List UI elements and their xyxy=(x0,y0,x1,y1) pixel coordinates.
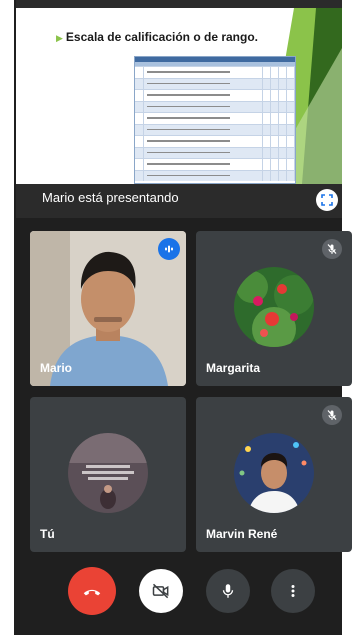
mic-off-icon xyxy=(327,410,337,420)
fullscreen-icon xyxy=(321,194,333,206)
mic-toggle-button[interactable] xyxy=(206,569,250,613)
more-options-button[interactable] xyxy=(271,569,315,613)
participant-name: Margarita xyxy=(206,361,261,375)
microphone-icon xyxy=(222,584,234,598)
avatar xyxy=(234,433,314,513)
participant-tile-mario[interactable]: Mario xyxy=(30,231,186,386)
presenting-label: Mario está presentando xyxy=(42,190,179,205)
fullscreen-button[interactable] xyxy=(316,189,338,211)
mic-muted-badge xyxy=(322,405,342,425)
mic-muted-badge xyxy=(322,239,342,259)
avatar xyxy=(68,433,148,513)
mic-off-icon xyxy=(327,244,337,254)
participant-tile-self[interactable]: Tú xyxy=(30,397,186,552)
shared-slide: ▶ Escala de calificación o de rango. xyxy=(16,8,342,184)
end-call-button[interactable] xyxy=(68,567,116,615)
camera-toggle-button[interactable] xyxy=(139,569,183,613)
camera-off-icon xyxy=(152,583,169,599)
slide-table xyxy=(134,56,296,184)
speaking-indicator xyxy=(158,238,180,260)
participant-name: Marvin René xyxy=(206,527,278,541)
participant-tile-marvin[interactable]: Marvin René xyxy=(196,397,352,552)
participant-name: Mario xyxy=(40,361,73,375)
participant-tile-margarita[interactable]: Margarita xyxy=(196,231,352,386)
slide-bullet-icon: ▶ xyxy=(56,33,63,43)
phone-hangup-icon xyxy=(83,589,101,596)
avatar xyxy=(234,267,314,347)
more-vert-icon xyxy=(291,585,295,597)
slide-title: ▶ Escala de calificación o de rango. xyxy=(56,30,258,44)
participant-name: Tú xyxy=(40,527,55,541)
avatar-image xyxy=(234,267,314,347)
avatar-image xyxy=(68,433,148,513)
avatar-image xyxy=(234,433,314,513)
audio-level-icon xyxy=(165,245,173,253)
